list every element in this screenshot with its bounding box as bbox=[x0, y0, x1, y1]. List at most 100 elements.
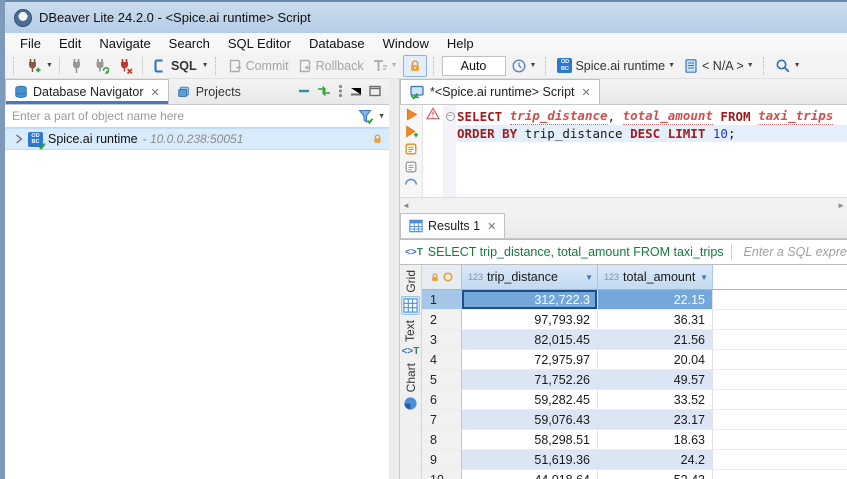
sort-desc-icon[interactable]: ▼ bbox=[585, 273, 593, 282]
transaction-log-button[interactable]: ▼ bbox=[508, 55, 540, 77]
link-editor-icon[interactable] bbox=[317, 85, 331, 97]
search-button[interactable]: ▼ bbox=[772, 55, 804, 77]
view-menu-icon[interactable] bbox=[338, 84, 343, 98]
menu-navigate[interactable]: Navigate bbox=[90, 36, 159, 51]
grid-cell[interactable]: 51,619.36 bbox=[462, 450, 598, 469]
row-number-cell[interactable]: 6 bbox=[422, 390, 462, 409]
tab-grid[interactable]: Grid bbox=[401, 270, 420, 315]
sql-editor-body[interactable]: – SELECT trip_distance , total_amount FR… bbox=[400, 105, 847, 197]
transaction-mode-button[interactable]: ▼ bbox=[369, 55, 401, 77]
menu-sql-editor[interactable]: SQL Editor bbox=[219, 36, 300, 51]
connection-selector-dropdown[interactable]: ▼ bbox=[668, 62, 675, 69]
close-icon[interactable]: ✕ bbox=[487, 220, 496, 233]
tab-chart[interactable]: Chart bbox=[402, 363, 419, 412]
grid-row[interactable]: 472,975.9720.04 bbox=[422, 350, 847, 370]
grid-cell[interactable]: 44,018.64 bbox=[462, 470, 598, 479]
menu-help[interactable]: Help bbox=[438, 36, 483, 51]
grid-cell[interactable]: 22.15 bbox=[598, 290, 713, 309]
tab-results-1[interactable]: Results 1 ✕ bbox=[400, 213, 505, 238]
grid-cell[interactable]: 36.31 bbox=[598, 310, 713, 329]
menu-edit[interactable]: Edit bbox=[50, 36, 90, 51]
tree-item-connection[interactable]: ODBC Spice.ai runtime - 10.0.0.238:50051 bbox=[5, 128, 389, 150]
grid-cell[interactable]: 312,722.3 bbox=[462, 290, 598, 309]
grid-cell[interactable]: 71,752.26 bbox=[462, 370, 598, 389]
close-icon[interactable]: ✕ bbox=[582, 86, 591, 99]
grid-cell[interactable]: 20.04 bbox=[598, 350, 713, 369]
grid-cell[interactable]: 18.63 bbox=[598, 430, 713, 449]
row-number-cell[interactable]: 4 bbox=[422, 350, 462, 369]
maximize-panel-icon[interactable] bbox=[369, 85, 381, 97]
results-filter-input[interactable] bbox=[744, 245, 847, 259]
collapse-all-icon[interactable] bbox=[298, 85, 310, 97]
panel-splitter[interactable] bbox=[389, 79, 399, 479]
execute-script-icon[interactable] bbox=[404, 142, 418, 156]
grid-cell[interactable]: 59,282.45 bbox=[462, 390, 598, 409]
grid-cell[interactable]: 23.17 bbox=[598, 410, 713, 429]
grid-row[interactable]: 1312,722.322.15 bbox=[422, 290, 847, 310]
new-connection-button[interactable] bbox=[22, 55, 44, 77]
grid-cell[interactable]: 24.2 bbox=[598, 450, 713, 469]
editor-horizontal-scrollbar[interactable]: ◄ ► bbox=[400, 197, 847, 213]
object-filter-input[interactable] bbox=[12, 109, 354, 123]
grid-row[interactable]: 659,282.4533.52 bbox=[422, 390, 847, 410]
grid-cell[interactable]: 58,298.51 bbox=[462, 430, 598, 449]
tab-script[interactable]: *<Spice.ai runtime> Script ✕ bbox=[400, 79, 600, 104]
schema-selector[interactable]: < N/A > ▼ bbox=[680, 55, 757, 77]
grid-cell[interactable]: 33.52 bbox=[598, 390, 713, 409]
filter-funnel-icon[interactable] bbox=[358, 109, 374, 124]
sort-desc-icon[interactable]: ▼ bbox=[700, 273, 708, 282]
new-connection-dropdown[interactable]: ▼ bbox=[46, 62, 53, 69]
reconnect-button[interactable] bbox=[90, 55, 112, 77]
row-number-cell[interactable]: 5 bbox=[422, 370, 462, 389]
row-number-cell[interactable]: 3 bbox=[422, 330, 462, 349]
grid-row[interactable]: 382,015.4521.56 bbox=[422, 330, 847, 350]
grid-cell[interactable]: 72,975.97 bbox=[462, 350, 598, 369]
menu-file[interactable]: File bbox=[11, 36, 50, 51]
explain-plan-icon[interactable] bbox=[404, 160, 418, 174]
commit-button[interactable]: Commit bbox=[224, 55, 292, 77]
tab-projects[interactable]: Projects bbox=[169, 79, 249, 104]
grid-row[interactable]: 759,076.4323.17 bbox=[422, 410, 847, 430]
transaction-log-dropdown[interactable]: ▼ bbox=[530, 62, 537, 69]
sql-editor-dropdown[interactable]: ▼ bbox=[202, 62, 209, 69]
schema-selector-dropdown[interactable]: ▼ bbox=[747, 62, 754, 69]
disconnect-button[interactable] bbox=[114, 55, 136, 77]
sql-code[interactable]: – SELECT trip_distance , total_amount FR… bbox=[443, 105, 847, 197]
autocommit-lock-button[interactable] bbox=[403, 55, 427, 77]
results-query-text[interactable]: SELECT trip_distance, total_amount FROM … bbox=[428, 245, 724, 259]
row-number-cell[interactable]: 2 bbox=[422, 310, 462, 329]
grid-row[interactable]: 297,793.9236.31 bbox=[422, 310, 847, 330]
tab-database-navigator[interactable]: Database Navigator ✕ bbox=[5, 79, 169, 104]
column-header-total-amount[interactable]: 123 total_amount ▼ bbox=[598, 265, 713, 289]
close-icon[interactable]: ✕ bbox=[150, 86, 159, 99]
grid-cell[interactable]: 49.57 bbox=[598, 370, 713, 389]
filter-dropdown[interactable]: ▼ bbox=[378, 113, 385, 120]
menu-window[interactable]: Window bbox=[374, 36, 438, 51]
connection-selector[interactable]: ODBC Spice.ai runtime ▼ bbox=[554, 55, 678, 77]
connect-button[interactable] bbox=[66, 55, 88, 77]
column-header-trip-distance[interactable]: 123 trip_distance ▼ bbox=[462, 265, 598, 289]
chevron-right-icon[interactable] bbox=[15, 134, 23, 144]
fold-marker-icon[interactable]: – bbox=[446, 112, 455, 121]
grid-cell[interactable]: 52.43 bbox=[598, 470, 713, 479]
titlebar[interactable]: DBeaver Lite 24.2.0 - <Spice.ai runtime>… bbox=[5, 0, 847, 33]
warning-icon[interactable] bbox=[426, 107, 440, 120]
row-number-cell[interactable]: 1 bbox=[422, 290, 462, 309]
row-number-cell[interactable]: 8 bbox=[422, 430, 462, 449]
scroll-left-icon[interactable]: ◄ bbox=[402, 201, 410, 210]
sql-line-2-current[interactable]: ORDER BY trip_distance DESC LIMIT 10 ; bbox=[457, 125, 847, 142]
grid-row[interactable]: 1044,018.6452.43 bbox=[422, 470, 847, 479]
grid-cell[interactable]: 21.56 bbox=[598, 330, 713, 349]
transaction-dropdown[interactable]: ▼ bbox=[391, 62, 398, 69]
sql-editor-button[interactable]: SQL bbox=[149, 55, 200, 77]
sql-line-1[interactable]: – SELECT trip_distance , total_amount FR… bbox=[443, 107, 847, 125]
row-number-cell[interactable]: 9 bbox=[422, 450, 462, 469]
rollback-button[interactable]: Rollback bbox=[294, 55, 367, 77]
grid-row[interactable]: 858,298.5118.63 bbox=[422, 430, 847, 450]
commit-mode-select[interactable]: Auto bbox=[442, 56, 506, 76]
search-dropdown[interactable]: ▼ bbox=[794, 62, 801, 69]
menu-search[interactable]: Search bbox=[160, 36, 219, 51]
grid-row[interactable]: 571,752.2649.57 bbox=[422, 370, 847, 390]
grid-row[interactable]: 951,619.3624.2 bbox=[422, 450, 847, 470]
grid-cell[interactable]: 82,015.45 bbox=[462, 330, 598, 349]
